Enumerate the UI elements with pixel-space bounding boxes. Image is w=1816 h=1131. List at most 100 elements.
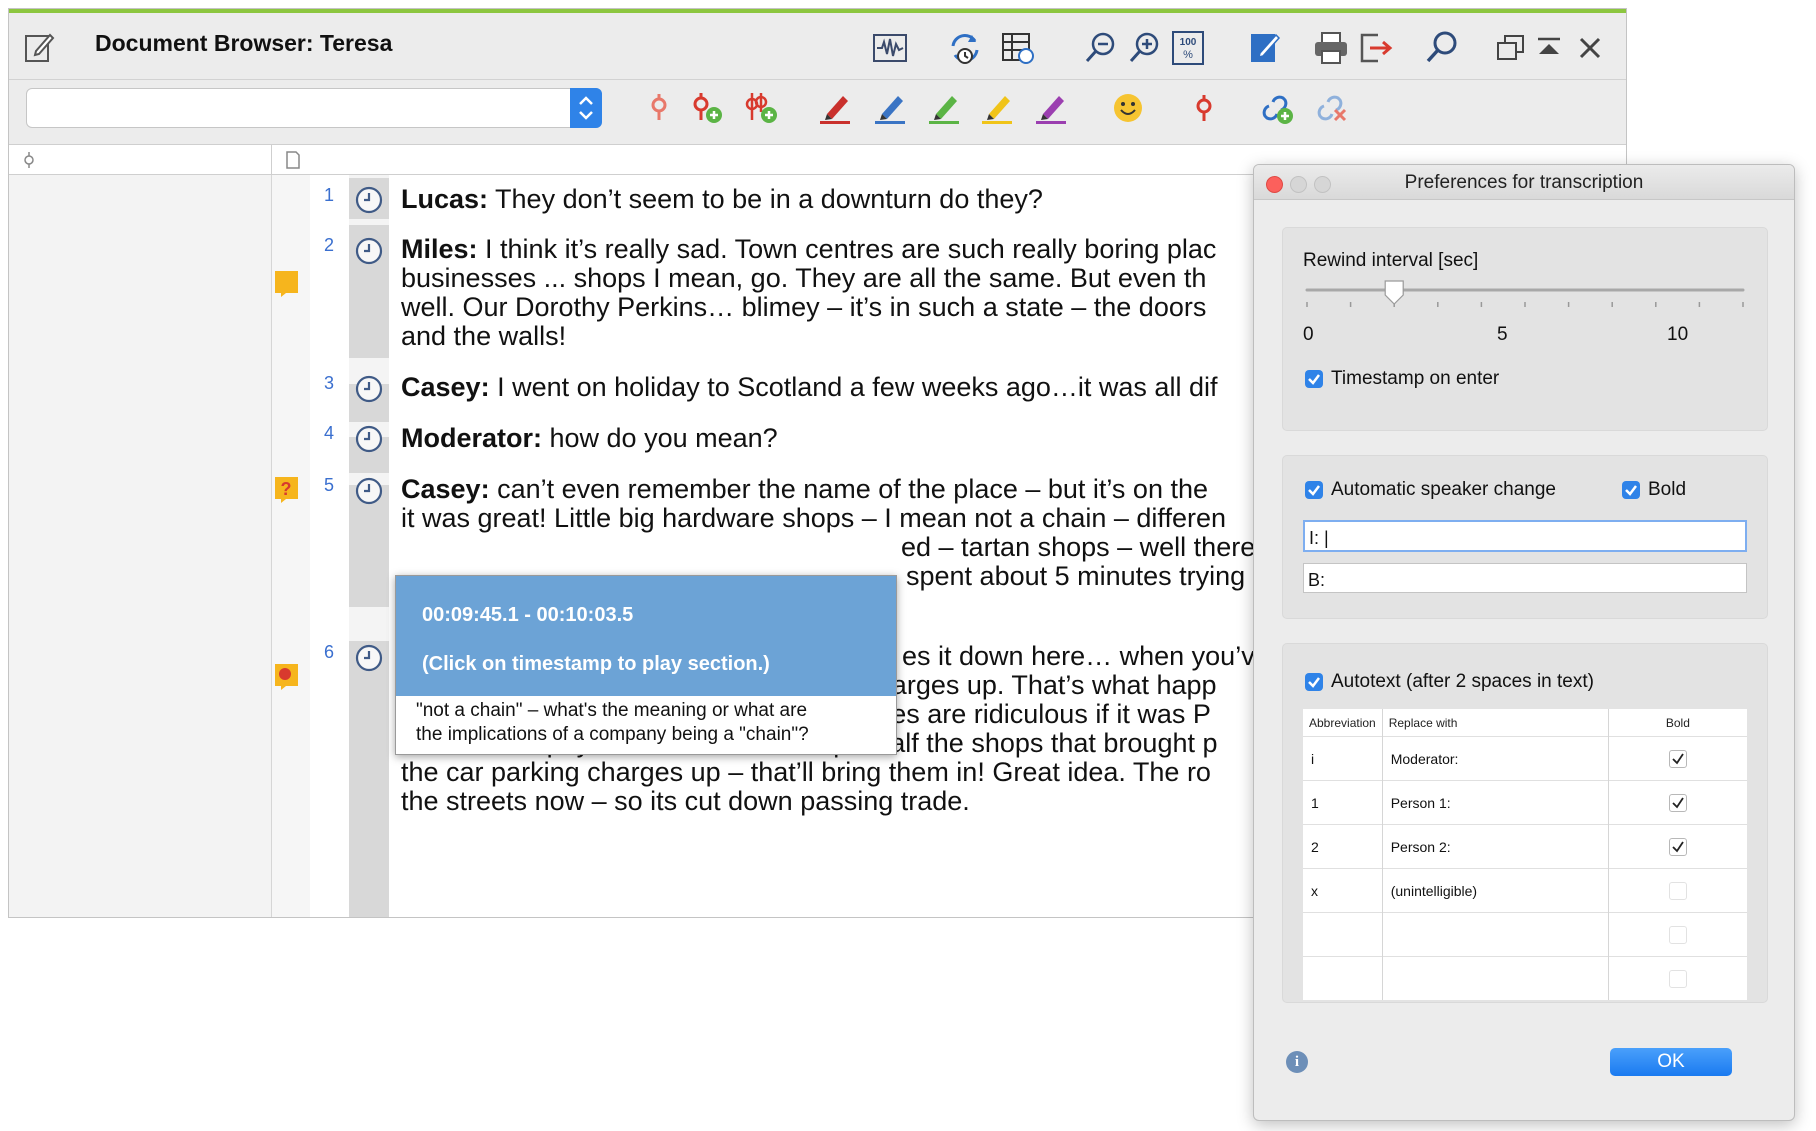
code-column-header[interactable] bbox=[9, 145, 272, 174]
replace-cell[interactable] bbox=[1382, 912, 1609, 957]
bold-checkbox[interactable] bbox=[1668, 837, 1687, 856]
table-row[interactable] bbox=[1303, 956, 1747, 1000]
slider-thumb bbox=[1384, 280, 1404, 305]
float-window-icon[interactable] bbox=[1492, 29, 1530, 67]
replace-cell[interactable]: Moderator: bbox=[1382, 736, 1609, 781]
timestamp-clock-icon[interactable] bbox=[354, 185, 384, 215]
transcript-line[interactable]: Casey: I went on holiday to Scotland a f… bbox=[401, 372, 1217, 403]
transcript-line[interactable]: Lucas: They don’t seem to be in a downtu… bbox=[401, 184, 1043, 215]
coding-toolbar bbox=[9, 80, 1626, 145]
transcript-line[interactable]: es it down here… when you’v bbox=[902, 641, 1255, 672]
transcript-line[interactable]: well. Our Dorothy Perkins… blimey – it’s… bbox=[401, 292, 1206, 323]
link-icon[interactable] bbox=[1186, 90, 1222, 126]
table-row[interactable]: x (unintelligible) bbox=[1303, 868, 1747, 913]
table-row[interactable]: i Moderator: bbox=[1303, 736, 1747, 781]
table-row[interactable]: 2 Person 2: bbox=[1303, 824, 1747, 869]
transcript-line[interactable]: and the walls! bbox=[401, 321, 566, 352]
replace-cell[interactable]: Person 2: bbox=[1382, 824, 1609, 869]
rewind-slider[interactable] bbox=[1303, 278, 1747, 318]
timestamp-column bbox=[349, 175, 389, 917]
add-link-icon[interactable] bbox=[1259, 90, 1295, 126]
code-stripe-column bbox=[9, 175, 272, 917]
auto-speaker-change-checkbox[interactable] bbox=[1305, 481, 1323, 499]
question-memo-icon[interactable]: ? bbox=[272, 475, 301, 503]
code-icon[interactable] bbox=[642, 90, 678, 126]
bold-checkbox[interactable] bbox=[1668, 881, 1687, 900]
transcript-line[interactable]: Casey: can’t even remember the name of t… bbox=[401, 474, 1208, 505]
abbreviation-cell[interactable]: i bbox=[1303, 736, 1383, 781]
transcript-line[interactable]: businesses ... shops I mean, go. They ar… bbox=[401, 263, 1206, 294]
minimize-icon[interactable] bbox=[1530, 29, 1568, 67]
tooltip-time-range: 00:09:45.1 - 00:10:03.5 bbox=[422, 604, 634, 626]
auto-speaker-change-label: Automatic speaker change bbox=[1331, 479, 1556, 500]
paragraph-number: 2 bbox=[323, 235, 334, 255]
abbreviation-cell[interactable]: x bbox=[1303, 868, 1383, 913]
emoticon-icon[interactable] bbox=[1110, 90, 1146, 126]
transcript-line[interactable]: it was great! Little big hardware shops … bbox=[401, 503, 1226, 534]
close-icon[interactable] bbox=[1571, 29, 1609, 67]
transcript-line[interactable]: Miles: I think it’s really sad. Town cen… bbox=[401, 234, 1216, 265]
replace-cell[interactable]: Person 1: bbox=[1382, 780, 1609, 825]
speaker-label: Moderator: bbox=[401, 423, 542, 453]
table-timestamp-icon[interactable] bbox=[999, 29, 1037, 67]
abbreviation-cell[interactable] bbox=[1303, 956, 1383, 1000]
zoom-100-icon[interactable]: 100% bbox=[1169, 29, 1207, 67]
yellow-highlighter-icon[interactable] bbox=[979, 90, 1015, 126]
bold-checkbox[interactable] bbox=[1668, 749, 1687, 768]
timestamp-clock-icon[interactable] bbox=[354, 236, 384, 266]
transcript-line[interactable]: ed – tartan shops – well there bbox=[901, 532, 1255, 563]
red-highlighter-icon[interactable] bbox=[817, 90, 853, 126]
edit-mode-icon[interactable] bbox=[1246, 29, 1284, 67]
timestamp-clock-icon[interactable] bbox=[354, 643, 384, 673]
green-highlighter-icon[interactable] bbox=[926, 90, 962, 126]
speaker-1-field[interactable]: I: | bbox=[1303, 520, 1747, 552]
bold-speaker-checkbox[interactable] bbox=[1622, 481, 1640, 499]
dot-memo-icon[interactable] bbox=[272, 662, 301, 690]
table-header-bold[interactable]: Bold bbox=[1608, 709, 1747, 737]
abbreviation-cell[interactable]: 2 bbox=[1303, 824, 1383, 869]
table-header-replace[interactable]: Replace with bbox=[1382, 709, 1609, 737]
search-icon[interactable] bbox=[1423, 29, 1461, 67]
autotext-table[interactable]: Abbreviation Replace with Bold i Moderato… bbox=[1303, 709, 1747, 1000]
speaker-2-field[interactable]: B: bbox=[1303, 563, 1747, 593]
abbreviation-cell[interactable]: 1 bbox=[1303, 780, 1383, 825]
replace-cell[interactable]: (unintelligible) bbox=[1382, 868, 1609, 913]
timestamp-clock-icon[interactable] bbox=[354, 424, 384, 454]
transcript-line[interactable]: Moderator: how do you mean? bbox=[401, 423, 778, 454]
table-row[interactable]: 1 Person 1: bbox=[1303, 780, 1747, 825]
bold-cell bbox=[1608, 912, 1747, 957]
paragraph-number: 1 bbox=[323, 185, 334, 205]
abbreviation-cell[interactable] bbox=[1303, 912, 1383, 957]
bold-checkbox[interactable] bbox=[1668, 925, 1687, 944]
bold-checkbox[interactable] bbox=[1668, 793, 1687, 812]
magenta-highlighter-icon[interactable] bbox=[1033, 90, 1069, 126]
blue-highlighter-icon[interactable] bbox=[872, 90, 908, 126]
sync-media-icon[interactable] bbox=[946, 29, 984, 67]
table-row[interactable] bbox=[1303, 912, 1747, 957]
transcript-line[interactable]: the streets now – so its cut down passin… bbox=[401, 786, 970, 817]
timestamp-clock-icon[interactable] bbox=[354, 476, 384, 506]
remove-link-icon[interactable] bbox=[1314, 90, 1350, 126]
zoom-in-icon[interactable] bbox=[1126, 29, 1164, 67]
combo-stepper[interactable] bbox=[570, 88, 602, 128]
code-combo-box[interactable] bbox=[26, 88, 602, 128]
add-code-icon[interactable] bbox=[689, 90, 725, 126]
transcript-line[interactable]: the car parking charges up – that’ll bri… bbox=[401, 757, 1211, 788]
zoom-out-icon[interactable] bbox=[1082, 29, 1120, 67]
info-icon[interactable]: i bbox=[1286, 1051, 1308, 1073]
bold-checkbox[interactable] bbox=[1668, 969, 1687, 988]
add-codes-icon[interactable] bbox=[743, 90, 779, 126]
transcript-line[interactable]: spent about 5 minutes trying bbox=[906, 561, 1245, 592]
export-icon[interactable] bbox=[1356, 29, 1394, 67]
audio-waveform-icon[interactable] bbox=[871, 29, 909, 67]
memo-icon[interactable] bbox=[272, 269, 301, 297]
table-header-abbreviation[interactable]: Abbreviation bbox=[1303, 709, 1383, 737]
edit-document-icon[interactable] bbox=[22, 31, 56, 65]
replace-cell[interactable] bbox=[1382, 956, 1609, 1000]
ok-button[interactable]: OK bbox=[1610, 1048, 1732, 1076]
autotext-checkbox[interactable] bbox=[1305, 673, 1323, 691]
timestamp-on-enter-checkbox[interactable] bbox=[1305, 370, 1323, 388]
print-icon[interactable] bbox=[1312, 29, 1350, 67]
bold-speaker-label: Bold bbox=[1648, 479, 1687, 500]
timestamp-clock-icon[interactable] bbox=[354, 374, 384, 404]
